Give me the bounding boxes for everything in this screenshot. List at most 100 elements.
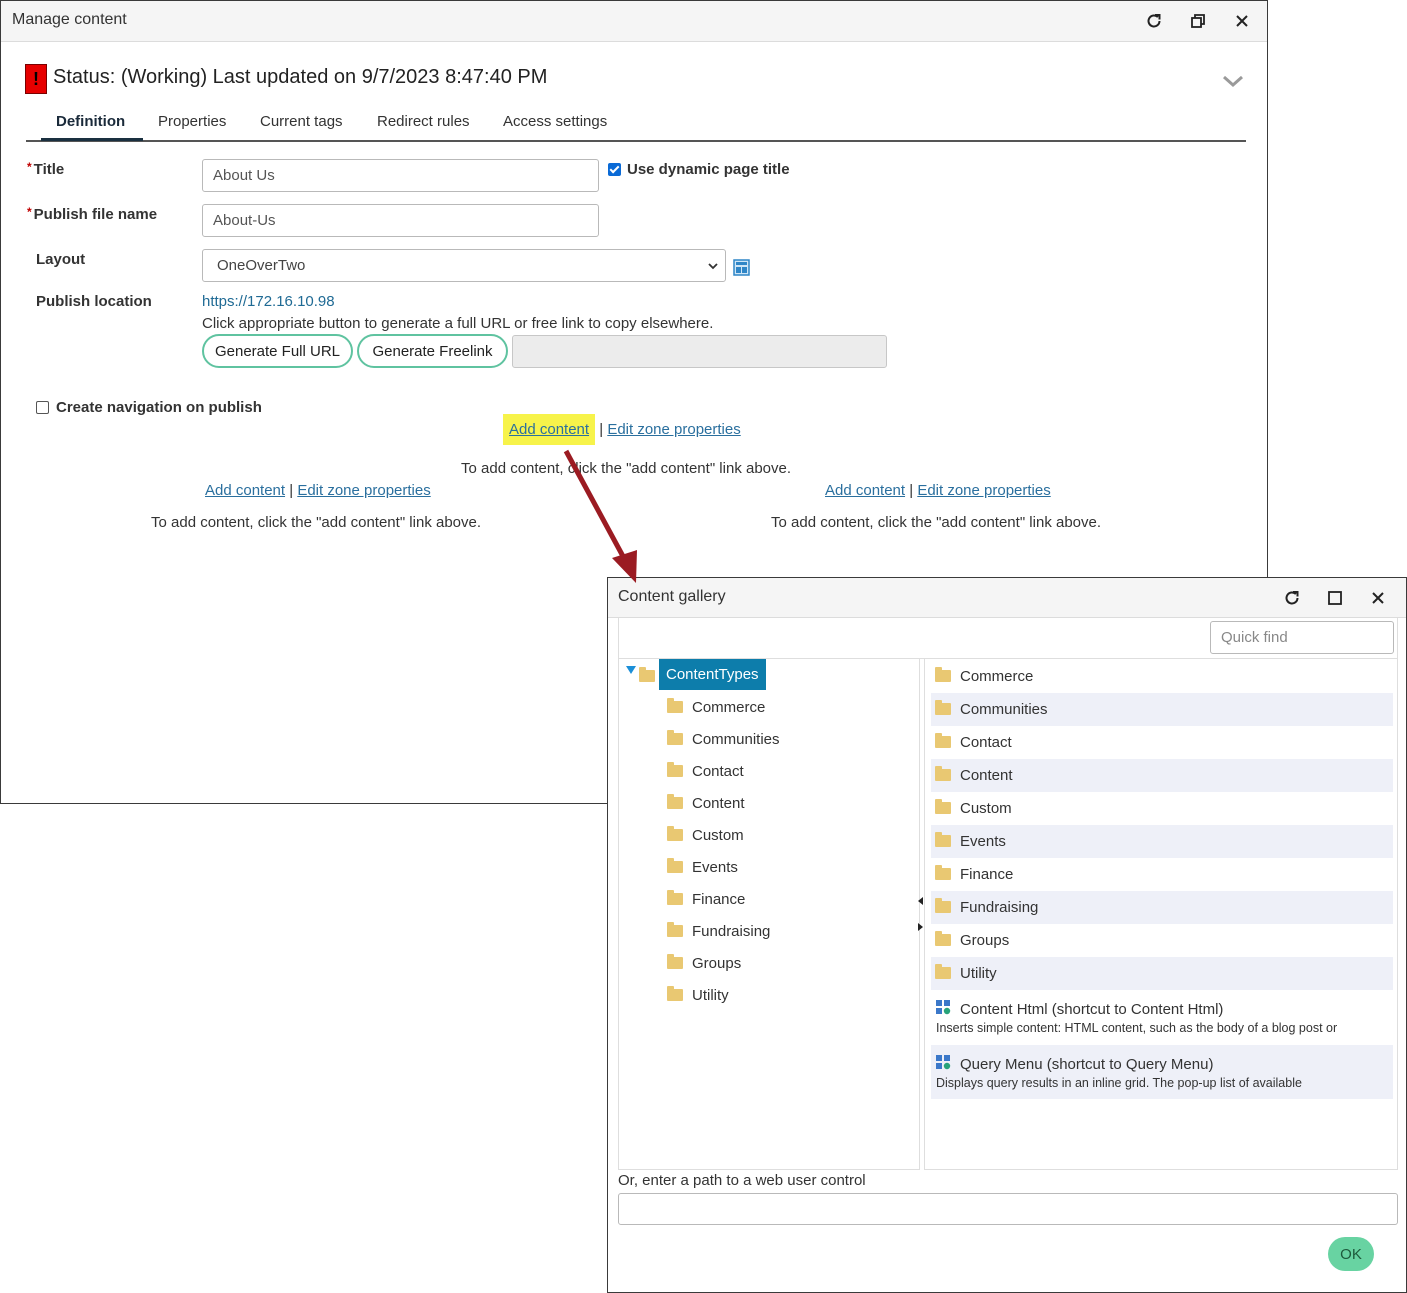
folder-icon [667,698,683,713]
list-item-finance[interactable]: Finance [931,858,1393,891]
refresh-icon[interactable] [1143,10,1165,32]
tab-current-tags[interactable]: Current tags [260,113,343,130]
refresh-icon[interactable] [1281,587,1303,609]
close-icon[interactable] [1367,587,1389,609]
folder-icon [935,931,951,946]
folder-icon [935,832,951,847]
top-zone-links: Add content | Edit zone properties [503,414,741,445]
folder-icon [667,858,683,873]
tree-item-commerce[interactable]: Commerce [667,698,765,719]
tab-definition[interactable]: Definition [56,113,125,130]
edit-zone-properties-link[interactable]: Edit zone properties [607,421,740,438]
folder-icon [667,986,683,1001]
widget-description: Inserts simple content: HTML content, su… [936,1021,1338,1035]
main-titlebar: Manage content [1,1,1267,42]
folder-icon [667,762,683,777]
list-item-widget-content-html[interactable]: Content Html (shortcut to Content Html) … [931,990,1393,1044]
splitter-expand-right-icon[interactable] [918,923,923,931]
tab-redirect-rules[interactable]: Redirect rules [377,113,470,130]
list-item-content[interactable]: Content [931,759,1393,792]
layout-label: Layout [36,251,86,268]
folder-icon [667,826,683,841]
create-navigation-label: Create navigation on publish [56,399,262,416]
edit-zone-properties-link[interactable]: Edit zone properties [297,482,430,499]
widget-icon [936,1055,951,1070]
list-item-fundraising[interactable]: Fundraising [931,891,1393,924]
add-content-link[interactable]: Add content [205,482,285,499]
chevron-down-icon[interactable] [1221,71,1245,91]
quick-find-input[interactable]: Quick find [1210,621,1394,654]
web-control-path-input[interactable] [618,1193,1398,1225]
list-item-custom[interactable]: Custom [931,792,1393,825]
link-separator: | [599,421,604,438]
publish-location-label: Publish location [36,293,152,310]
top-zone-hint: To add content, click the "add content" … [461,460,792,477]
right-zone-hint: To add content, click the "add content" … [771,514,1102,531]
folder-icon [935,964,951,979]
widget-icon [936,1000,951,1015]
active-tab-indicator [41,138,143,141]
list-item-communities[interactable]: Communities [931,693,1393,726]
tree-root-contenttypes[interactable]: ContentTypes [659,659,766,690]
maximize-icon[interactable] [1324,587,1346,609]
web-control-path-label: Or, enter a path to a web user control [618,1172,866,1189]
tree-item-utility[interactable]: Utility [667,986,729,1007]
edit-zone-properties-link[interactable]: Edit zone properties [917,482,1050,499]
publish-file-label: * Publish file name [27,205,158,223]
right-zone-links: Add content | Edit zone properties [825,482,1051,499]
generate-freelink-button[interactable]: Generate Freelink [357,334,508,368]
left-zone-hint: To add content, click the "add content" … [151,514,482,531]
tree-item-content[interactable]: Content [667,794,745,815]
tree-item-contact[interactable]: Contact [667,762,744,783]
add-content-link[interactable]: Add content [509,421,589,438]
status-error-icon: ! [25,64,47,94]
folder-icon [935,898,951,913]
restore-icon[interactable] [1187,10,1209,32]
dialog-toolbar: Quick find [618,618,1398,659]
folder-icon [935,799,951,814]
list-item-groups[interactable]: Groups [931,924,1393,957]
generate-full-url-button[interactable]: Generate Full URL [202,334,353,368]
widget-description: Displays query results in an inline grid… [936,1076,1302,1090]
tab-properties[interactable]: Properties [158,113,226,130]
tab-access-settings[interactable]: Access settings [503,113,607,130]
create-navigation-checkbox[interactable] [36,401,49,414]
tree-item-custom[interactable]: Custom [667,826,744,847]
tree-item-events[interactable]: Events [667,858,738,879]
tree-item-finance[interactable]: Finance [667,890,745,911]
folder-icon [935,766,951,781]
list-item-events[interactable]: Events [931,825,1393,858]
add-content-link[interactable]: Add content [825,482,905,499]
tab-strip: Definition Properties Current tags Redir… [26,111,1246,142]
expand-triangle-icon[interactable] [626,666,636,674]
status-text: Status: (Working) Last updated on 9/7/20… [53,66,548,88]
publish-location-url[interactable]: https://172.16.10.98 [202,293,335,310]
list-item-utility[interactable]: Utility [931,957,1393,990]
close-icon[interactable] [1231,10,1253,32]
dynamic-title-label: Use dynamic page title [627,161,790,178]
tree-item-fundraising[interactable]: Fundraising [667,922,770,943]
splitter-collapse-left-icon[interactable] [918,897,923,905]
folder-icon [935,733,951,748]
dialog-titlebar: Content gallery [608,578,1406,618]
folder-icon [935,700,951,715]
folder-icon [667,794,683,809]
ok-button[interactable]: OK [1328,1237,1374,1271]
folder-tree: ContentTypes Commerce Communities Contac… [618,658,920,1170]
publish-location-hint: Click appropriate button to generate a f… [202,315,714,332]
layout-select-value: OneOverTwo [217,257,306,274]
link-separator: | [909,482,914,499]
folder-icon [935,865,951,880]
layout-preview-icon[interactable] [733,259,750,276]
list-item-widget-query-menu[interactable]: Query Menu (shortcut to Query Menu) Disp… [931,1045,1393,1099]
tree-item-communities[interactable]: Communities [667,730,780,751]
generated-link-field[interactable] [512,335,887,368]
title-input[interactable] [202,159,599,192]
list-item-commerce[interactable]: Commerce [931,660,1393,693]
layout-select[interactable]: OneOverTwo [202,249,726,282]
tree-item-groups[interactable]: Groups [667,954,741,975]
folder-icon [667,730,683,745]
list-item-contact[interactable]: Contact [931,726,1393,759]
dynamic-title-checkbox[interactable] [608,163,621,176]
publish-file-input[interactable] [202,204,599,237]
